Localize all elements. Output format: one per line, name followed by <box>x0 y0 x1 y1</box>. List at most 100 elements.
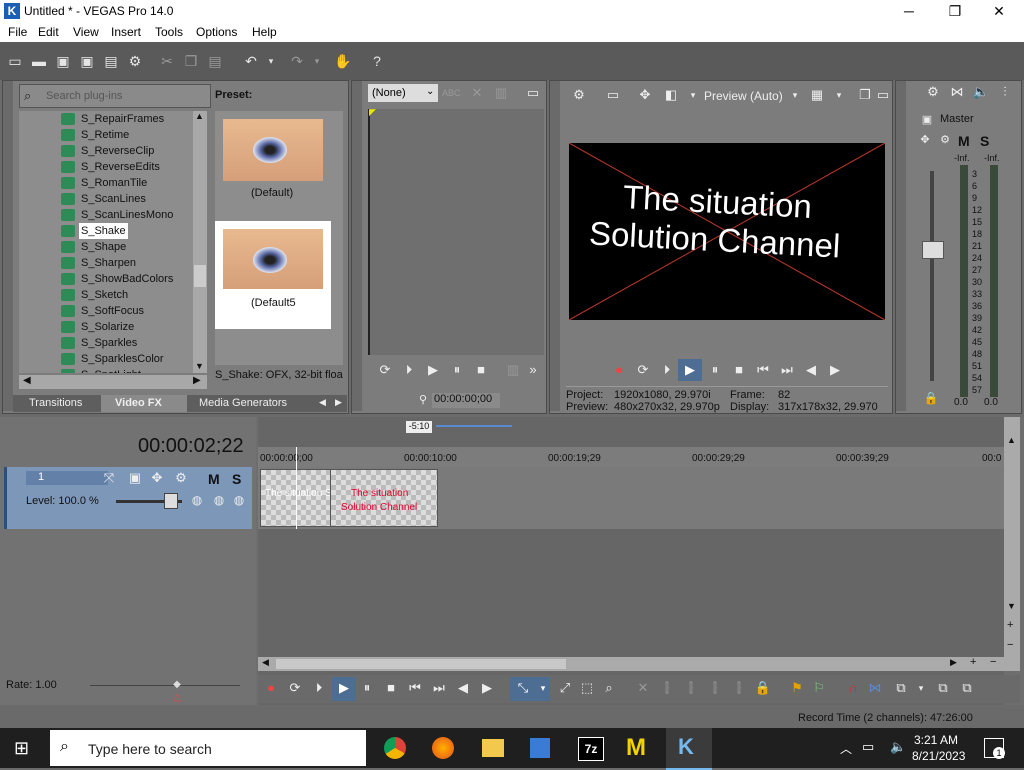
preset-default-thumbnail[interactable] <box>223 119 323 181</box>
file-explorer-icon[interactable] <box>482 739 504 757</box>
trim-icon[interactable]: ⫿ <box>658 679 676 697</box>
snapping-magnet-icon[interactable]: ∩ <box>844 679 862 697</box>
pause-icon[interactable]: ⏸ <box>448 361 466 379</box>
preset-default5-tile[interactable]: (Default5 <box>215 221 331 329</box>
plugin-list-hscrollbar[interactable]: ◀ ▶ <box>19 375 207 389</box>
preview-quality-dropdown[interactable]: Preview (Auto) <box>704 89 783 103</box>
preview-settings-gear-icon[interactable]: ⚙ <box>570 86 588 104</box>
downmix-icon[interactable]: ⋈ <box>948 83 966 101</box>
stop-icon[interactable]: ■ <box>472 361 490 379</box>
quality-chevron-icon[interactable]: ▾ <box>786 86 804 104</box>
text-clip-2[interactable]: The situation Solution Channel <box>330 469 438 527</box>
plugin-list-item[interactable]: S_ScanLinesMono <box>19 207 193 223</box>
edit-tool-dropdown-icon[interactable]: ▾ <box>534 679 552 697</box>
loop-region-marker[interactable]: -5:10 <box>406 421 432 433</box>
marker-icon[interactable]: ⚑ <box>788 679 806 697</box>
pause-icon[interactable]: ⏸ <box>706 361 724 379</box>
plugin-list-item[interactable]: S_Sketch <box>19 287 193 303</box>
vscroll-up-icon[interactable]: ▲ <box>1007 435 1016 445</box>
menu-edit[interactable]: Edit <box>38 25 59 39</box>
zoom-in-icon[interactable]: + <box>1007 619 1013 631</box>
zoom-tool-icon[interactable]: ⌕ <box>600 679 618 697</box>
save-as-icon[interactable]: ▣ <box>78 52 96 70</box>
movavi-icon[interactable]: M <box>626 734 646 762</box>
master-fader-handle[interactable] <box>922 241 944 259</box>
time-ruler[interactable]: 00:00:00;00 00:00:10:00 00:00:19;29 00:0… <box>258 447 1004 467</box>
vegas-taskbar-button[interactable]: K <box>666 728 712 770</box>
grid-overlay-icon[interactable]: ▦ <box>808 86 826 104</box>
go-to-end-icon[interactable]: ⏭ <box>778 361 796 379</box>
panel-grip[interactable] <box>352 81 362 411</box>
go-to-end-icon[interactable]: ⏭ <box>430 679 448 697</box>
mixer-settings-gear-icon[interactable]: ⚙ <box>924 83 942 101</box>
properties-gear-icon[interactable]: ⚙ <box>126 52 144 70</box>
plugin-list-item[interactable]: S_ReverseEdits <box>19 159 193 175</box>
menu-file[interactable]: File <box>8 25 27 39</box>
delete-icon[interactable]: ✕ <box>634 679 652 697</box>
plugin-list-item[interactable]: S_Retime <box>19 127 193 143</box>
lock-icon[interactable]: 🔒 <box>754 679 772 697</box>
plugin-list-item[interactable]: S_SpotLight <box>19 367 193 373</box>
plugin-list-item[interactable]: S_ScanLines <box>19 191 193 207</box>
hscroll-thumb[interactable] <box>276 659 566 669</box>
preview-menu-icon[interactable]: ▭ <box>874 86 892 104</box>
vscroll-down-icon[interactable]: ▼ <box>1007 601 1016 611</box>
maximize-button[interactable]: ❐ <box>932 0 978 22</box>
play-from-start-icon[interactable]: ⏵ <box>658 361 676 379</box>
video-preview-frame[interactable]: The situation Solution Channel <box>569 143 885 320</box>
trimmer-menu-icon[interactable]: ▭ <box>524 84 542 102</box>
scroll-right-icon[interactable]: ▶ <box>193 375 201 386</box>
composite-mode-icon[interactable]: ◍ <box>188 491 206 509</box>
overlay-chevron-icon[interactable]: ▾ <box>830 86 848 104</box>
go-to-start-icon[interactable]: ⏮ <box>406 679 424 697</box>
trimmer-dropdown[interactable]: (None) ⌄ <box>368 84 438 102</box>
lock-envelopes-icon[interactable]: ⧉ <box>934 679 952 697</box>
tab-transitions[interactable]: Transitions <box>29 397 82 409</box>
pause-icon[interactable]: ⏸ <box>358 679 376 697</box>
preset-default-label[interactable]: (Default) <box>251 187 293 199</box>
scroll-left-icon[interactable]: ◀ <box>23 375 31 386</box>
chrome-icon[interactable] <box>384 737 406 759</box>
firefox-icon[interactable] <box>432 737 454 759</box>
plugin-list-item[interactable]: S_ShowBadColors <box>19 271 193 287</box>
menu-insert[interactable]: Insert <box>111 25 141 39</box>
hzoom-in-icon[interactable]: + <box>970 656 976 668</box>
stop-icon[interactable]: ■ <box>730 361 748 379</box>
pan-icon[interactable]: ✥ <box>916 131 934 149</box>
track-motion-icon[interactable]: ⤧ <box>100 469 118 487</box>
video-track-lane[interactable]: The situation Solution Ch The situation … <box>258 467 1004 529</box>
play-icon[interactable]: ▶ <box>424 361 442 379</box>
selection-tool-icon[interactable]: ⬚ <box>578 679 596 697</box>
panel-grip[interactable] <box>896 81 906 411</box>
master-fader-track[interactable] <box>930 171 934 381</box>
track-fx-icon[interactable]: ▣ <box>126 469 144 487</box>
plugin-list-item[interactable]: S_Solarize <box>19 319 193 335</box>
mute-button[interactable]: M <box>958 133 970 149</box>
prev-frame-icon[interactable]: ◀ <box>802 361 820 379</box>
tray-chevron-up-icon[interactable]: ︿ <box>840 740 852 757</box>
compositing-icon[interactable]: ✥ <box>148 469 166 487</box>
fx-dropdown-icon[interactable]: ▾ <box>684 86 702 104</box>
trim-start-icon[interactable]: ⫿ <box>682 679 700 697</box>
track-settings-gear-icon[interactable]: ⚙ <box>172 469 190 487</box>
plugin-list-scrollbar[interactable]: ▲ ▼ <box>193 111 207 373</box>
mute-speaker-icon[interactable]: 🔈 <box>972 83 990 101</box>
close-button[interactable]: ✕ <box>976 0 1022 22</box>
clock-date[interactable]: 8/21/2023 <box>912 749 965 763</box>
copy-snapshot-icon[interactable]: ❐ <box>856 86 874 104</box>
ripple-edit-icon[interactable]: ⧉ <box>892 679 910 697</box>
child-compositing-icon[interactable]: ◍ <box>230 491 248 509</box>
scroll-up-icon[interactable]: ▲ <box>195 111 204 121</box>
taskbar-search-box[interactable]: ⌕ Type here to search <box>50 730 366 766</box>
plugin-list-item[interactable]: S_Sharpen <box>19 255 193 271</box>
loop-playback-icon[interactable]: ⟳ <box>286 679 304 697</box>
external-monitor-icon[interactable]: ▭ <box>604 86 622 104</box>
clear-icon[interactable]: ✕ <box>468 84 486 102</box>
scroll-down-icon[interactable]: ▼ <box>195 361 204 371</box>
trimmer-view[interactable]: ◤ <box>368 107 544 355</box>
cut-icon[interactable]: ✂ <box>158 52 176 70</box>
parent-compositing-icon[interactable]: ◍ <box>210 491 228 509</box>
menu-help[interactable]: Help <box>252 25 277 39</box>
paste-icon[interactable]: ▤ <box>206 52 224 70</box>
timeline-hscrollbar[interactable]: ◀ ▶ + − <box>258 656 1020 671</box>
